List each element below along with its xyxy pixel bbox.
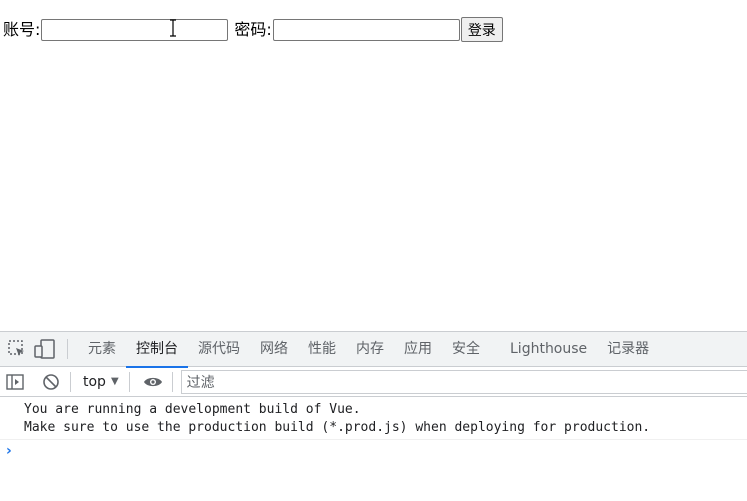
sidebar-toggle-icon[interactable] xyxy=(0,367,30,397)
tab-lighthouse[interactable]: Lighthouse xyxy=(500,332,597,367)
tab-security[interactable]: 安全 xyxy=(442,332,490,367)
prompt-chevron-icon: › xyxy=(6,443,12,459)
toolbar-separator xyxy=(128,371,130,392)
live-expression-eye-icon[interactable] xyxy=(138,367,168,397)
context-selector-value: top xyxy=(83,373,106,390)
text-cursor-icon xyxy=(170,19,176,37)
tab-console[interactable]: 控制台 xyxy=(126,332,188,368)
tabbar-separator xyxy=(67,339,68,359)
devtools-panel: 元素 控制台 源代码 网络 性能 内存 应用 安全 Lighthouse 记录器… xyxy=(0,331,747,501)
page-viewport: 账号: 密码: 登录 xyxy=(0,0,747,331)
tab-recorder[interactable]: 记录器 xyxy=(597,332,659,367)
tab-application[interactable]: 应用 xyxy=(394,332,442,367)
password-label: 密码: xyxy=(234,19,272,39)
devtools-tabbar: 元素 控制台 源代码 网络 性能 内存 应用 安全 Lighthouse 记录器 xyxy=(0,332,747,368)
console-message-line: You are running a development build of V… xyxy=(24,402,361,417)
console-filter-input[interactable]: 过滤 xyxy=(180,369,747,394)
console-prompt[interactable]: › xyxy=(0,440,747,462)
tab-sources[interactable]: 源代码 xyxy=(188,332,250,367)
account-label: 账号: xyxy=(3,19,41,39)
tab-network[interactable]: 网络 xyxy=(250,332,298,367)
tab-performance[interactable]: 性能 xyxy=(298,332,346,367)
inspect-element-icon[interactable] xyxy=(3,335,31,363)
console-output: You are running a development build of V… xyxy=(0,397,747,462)
device-toolbar-icon[interactable] xyxy=(31,335,59,363)
login-form: 账号: 密码: 登录 xyxy=(3,17,503,42)
password-input[interactable] xyxy=(272,18,460,41)
filter-placeholder: 过滤 xyxy=(186,374,215,391)
clear-console-icon[interactable] xyxy=(36,367,66,397)
console-toolbar: top ▼ 过滤 xyxy=(0,367,747,397)
tab-memory[interactable]: 内存 xyxy=(346,332,394,367)
tab-elements[interactable]: 元素 xyxy=(78,332,126,367)
context-selector[interactable]: top ▼ xyxy=(75,367,125,397)
toolbar-separator xyxy=(171,371,173,392)
console-message-line: Make sure to use the production build (*… xyxy=(24,420,651,435)
dropdown-arrow-icon: ▼ xyxy=(110,376,119,387)
console-message: You are running a development build of V… xyxy=(0,401,747,440)
account-input[interactable] xyxy=(41,18,229,41)
login-button[interactable]: 登录 xyxy=(460,17,503,42)
toolbar-separator xyxy=(70,371,71,392)
